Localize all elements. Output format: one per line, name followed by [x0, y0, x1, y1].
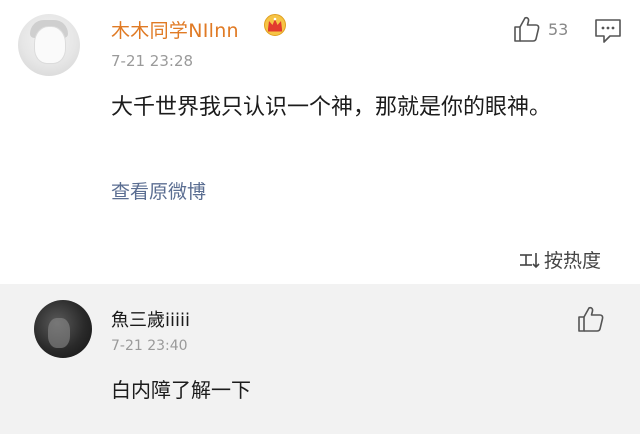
sort-icon [520, 252, 540, 268]
comment-icon[interactable] [594, 18, 622, 44]
sort-by-heat-button[interactable]: 按热度 [518, 246, 601, 273]
reply-comment: 魚三歲iiiii 7-21 23:40 白内障了解一下 [0, 284, 640, 434]
crown-icon [264, 14, 286, 36]
main-post: 木木同学NIlnn 7-21 23:28 53 大千世界我只认识一个神，那就是你… [0, 0, 640, 284]
sort-label: 按热度 [544, 250, 602, 272]
author-avatar[interactable] [18, 14, 80, 76]
avatar-figure [48, 318, 70, 348]
reply-timestamp: 7-21 23:40 [111, 338, 188, 354]
post-timestamp: 7-21 23:28 [111, 52, 194, 70]
thumbs-up-icon[interactable] [576, 304, 606, 334]
author-name[interactable]: 木木同学NIlnn [111, 16, 239, 43]
post-content: 大千世界我只认识一个神，那就是你的眼神。 [111, 95, 552, 120]
reply-author-name[interactable]: 魚三歲iiiii [111, 306, 190, 332]
avatar-face [34, 26, 66, 64]
reply-content: 白内障了解一下 [111, 378, 251, 402]
like-count: 53 [548, 20, 569, 39]
view-original-link[interactable]: 查看原微博 [111, 177, 206, 204]
thumbs-up-icon[interactable] [512, 14, 542, 44]
reply-author-avatar[interactable] [34, 300, 92, 358]
